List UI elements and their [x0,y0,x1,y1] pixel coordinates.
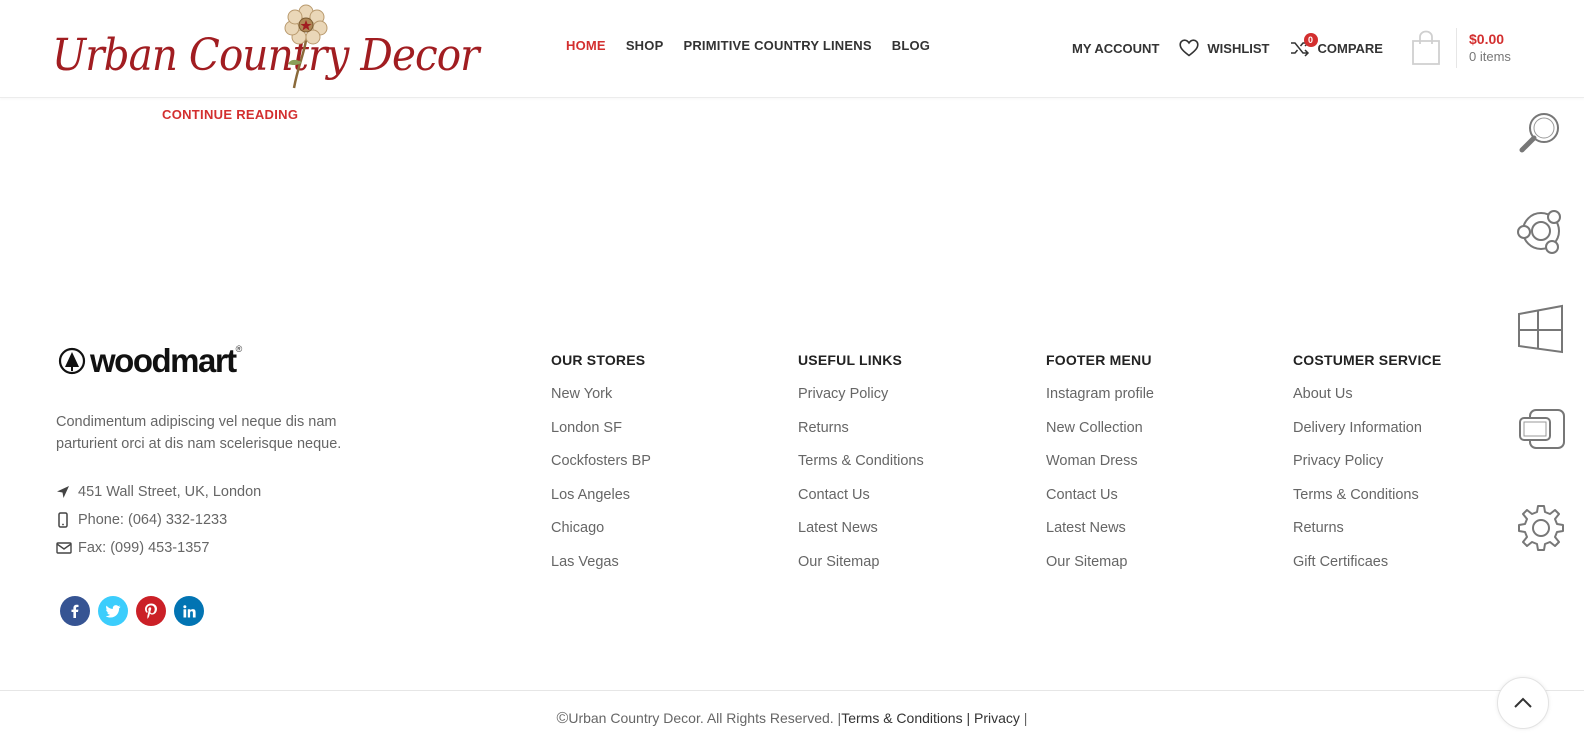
registered-mark: ® [235,344,243,354]
footer-logo-text: woodmart [90,342,237,379]
support-icon [1517,210,1561,254]
copyright-symbol: © [556,710,569,727]
footer-column-title: COSTUMER SERVICE [1293,352,1442,368]
footer-contact: 451 Wall Street, UK, London Phone: (064)… [56,478,261,562]
copyright-separator: | [962,710,975,726]
footer-link[interactable]: Our Sitemap [798,553,924,587]
phone-text: Phone: (064) 332-1233 [78,512,228,528]
cart-summary: $0.00 0 items [1469,30,1511,66]
chevron-up-icon [1514,697,1532,708]
compare-label: COMPARE [1317,40,1383,56]
footer-link[interactable]: Las Vegas [551,553,651,587]
footer-link[interactable]: Privacy Policy [1293,452,1441,486]
windows-tool[interactable] [1514,302,1568,356]
nav-home[interactable]: HOME [566,38,606,53]
envelope-icon [56,542,78,554]
flower-logo-icon [284,4,328,89]
footer-link[interactable]: Instagram profile [1046,385,1154,419]
footer-link[interactable]: Woman Dress [1046,452,1154,486]
cart-total: $0.00 [1469,31,1505,47]
linkedin-icon[interactable] [174,596,204,626]
facebook-icon[interactable] [60,596,90,626]
fax-text: Fax: (099) 453-1357 [78,540,210,556]
nav-primitive-country-linens[interactable]: PRIMITIVE COUNTRY LINENS [683,38,871,53]
social-links [60,596,204,626]
my-account-label: MY ACCOUNT [1072,40,1160,56]
site-logo-text: Urban Country Decor [52,30,480,81]
mobile-phone-icon [56,512,78,528]
nav-blog[interactable]: BLOG [892,38,930,53]
footer-link[interactable]: New York [551,385,651,419]
device-icon [1519,409,1565,449]
footer-link[interactable]: Privacy Policy [798,385,924,419]
footer-column-title: OUR STORES [551,352,646,368]
copyright-text: ©Urban Country Decor. All Rights Reserve… [0,710,1584,728]
footer-link[interactable]: Returns [1293,519,1441,553]
twitter-icon[interactable] [98,596,128,626]
nav-shop[interactable]: SHOP [626,38,664,53]
footer-link[interactable]: Returns [798,419,924,453]
footer-link[interactable]: Gift Certificaes [1293,553,1441,587]
settings-tool[interactable] [1514,500,1568,554]
footer-link[interactable]: Contact Us [798,486,924,520]
footer-link[interactable]: About Us [1293,385,1441,419]
scroll-to-top-button[interactable] [1497,677,1549,729]
footer-column-footer-menu: FOOTER MENU Instagram profile New Collec… [1046,352,1154,587]
footer-link[interactable]: New Collection [1046,419,1154,453]
copyright-tail: | [1019,710,1028,726]
device-tool[interactable] [1514,402,1568,456]
footer-link[interactable]: London SF [551,419,651,453]
wishlist-label: WISHLIST [1207,40,1270,56]
footer-column-costumer-service: COSTUMER SERVICE About Us Delivery Infor… [1293,352,1441,587]
location-arrow-icon [56,485,78,499]
shopping-bag-icon [1412,30,1440,65]
footer-column-title: USEFUL LINKS [798,352,903,368]
windows-icon [1518,304,1563,354]
footer-link[interactable]: Latest News [1046,519,1154,553]
my-account-link[interactable]: MY ACCOUNT [1072,41,1159,56]
footer-about-text: Condimentum adipiscing vel neque dis nam… [56,414,342,452]
footer-column-our-stores: OUR STORES New York London SF Cockfoster… [551,352,651,587]
footer-link[interactable]: Los Angeles [551,486,651,520]
search-tool[interactable] [1514,104,1568,158]
address-row: 451 Wall Street, UK, London [56,478,261,506]
cart-widget[interactable]: $0.00 0 items [1410,28,1530,68]
gear-icon [1518,505,1564,551]
copyright-statement: Urban Country Decor. All Rights Reserved… [568,710,842,726]
search-icon [1519,113,1559,153]
support-tool[interactable] [1514,204,1568,258]
pinterest-icon[interactable] [136,596,166,626]
header-actions: MY ACCOUNT WISHLIST 0 COMPARE [1072,30,1403,66]
address-text: 451 Wall Street, UK, London [78,484,262,500]
footer-link[interactable]: Terms & Conditions [798,452,924,486]
fax-row: Fax: (099) 453-1357 [56,534,261,562]
cart-item-count: 0 items [1469,49,1511,64]
footer-logo[interactable]: woodmart ® [58,342,242,380]
continue-reading-link[interactable]: CONTINUE READING [162,107,298,122]
privacy-link[interactable]: Privacy [974,710,1020,726]
phone-row: Phone: (064) 332-1233 [56,506,261,534]
compare-link[interactable]: 0 COMPARE [1290,33,1383,57]
tree-logo-icon [58,347,86,375]
footer-link[interactable]: Delivery Information [1293,419,1441,453]
cart-divider [1456,28,1457,68]
footer-link[interactable]: Contact Us [1046,486,1154,520]
compare-count-badge: 0 [1303,33,1318,47]
site-logo[interactable]: Urban Country Decor [52,4,480,92]
wishlist-link[interactable]: WISHLIST [1179,39,1270,57]
footer-link[interactable]: Our Sitemap [1046,553,1154,587]
main-nav: HOME SHOP PRIMITIVE COUNTRY LINENS BLOG [566,38,950,53]
footer-link[interactable]: Cockfosters BP [551,452,651,486]
site-header: Urban Country Decor HOME SHOP PRIMITIVE … [0,0,1584,98]
footer-link[interactable]: Chicago [551,519,651,553]
heart-icon [1179,39,1199,57]
footer-column-title: FOOTER MENU [1046,352,1152,368]
footer-link[interactable]: Terms & Conditions [1293,486,1441,520]
footer-column-useful-links: USEFUL LINKS Privacy Policy Returns Term… [798,352,924,587]
footer-link[interactable]: Latest News [798,519,924,553]
terms-link[interactable]: Terms & Conditions [841,710,962,726]
